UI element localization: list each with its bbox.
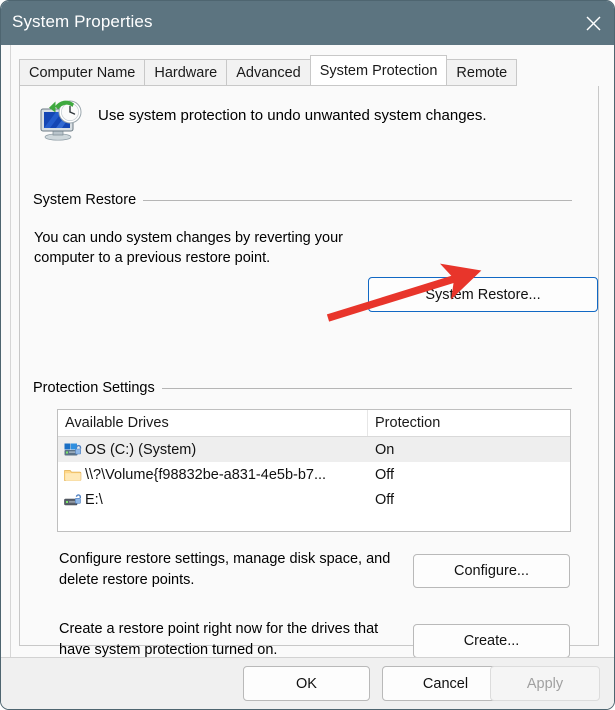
tab-advanced[interactable]: Advanced (226, 59, 311, 86)
folder-icon (64, 467, 82, 483)
ok-button[interactable]: OK (243, 666, 370, 701)
dialog-content: Computer Name Hardware Advanced System P… (10, 45, 607, 657)
tab-system-protection[interactable]: System Protection (310, 55, 448, 86)
apply-button: Apply (490, 666, 600, 701)
system-properties-window: System Properties Computer Name Hardware… (0, 0, 615, 710)
drive-name-text: \\?\Volume{f98832be-a831-4e5b-b7... (85, 467, 326, 483)
windows-drive-unlocked-icon (64, 442, 82, 458)
drive-name-cell: E:\ (58, 492, 368, 508)
column-header-protection[interactable]: Protection (368, 410, 570, 436)
drive-name-text: E:\ (85, 492, 103, 508)
available-drives-list[interactable]: Available Drives Protection (57, 409, 571, 532)
configure-description: Configure restore settings, manage disk … (59, 549, 404, 591)
drive-name-text: OS (C:) (System) (85, 442, 196, 458)
drive-name-cell: \\?\Volume{f98832be-a831-4e5b-b7... (58, 467, 368, 483)
system-restore-description: You can undo system changes by reverting… (34, 228, 364, 268)
table-row[interactable]: OS (C:) (System) On (58, 437, 570, 462)
close-icon[interactable] (570, 1, 615, 45)
hard-drive-unlocked-icon (64, 492, 82, 508)
tab-computer-name[interactable]: Computer Name (19, 59, 145, 86)
tab-hardware[interactable]: Hardware (144, 59, 227, 86)
column-header-available-drives[interactable]: Available Drives (58, 410, 368, 436)
table-row[interactable]: E:\ Off (58, 487, 570, 512)
create-button[interactable]: Create... (413, 624, 570, 658)
protection-status-cell: On (368, 442, 570, 458)
header-description: Use system protection to undo unwanted s… (98, 107, 487, 124)
list-header-row: Available Drives Protection (58, 410, 570, 437)
tab-strip: Computer Name Hardware Advanced System P… (19, 57, 516, 86)
protection-status-cell: Off (368, 467, 570, 483)
create-description: Create a restore point right now for the… (59, 619, 409, 661)
protection-status-cell: Off (368, 492, 570, 508)
system-restore-button[interactable]: System Restore... (368, 277, 598, 312)
table-row[interactable]: \\?\Volume{f98832be-a831-4e5b-b7... Off (58, 462, 570, 487)
protection-settings-group-label: Protection Settings (33, 380, 162, 396)
title-bar: System Properties (1, 1, 615, 45)
drive-name-cell: OS (C:) (System) (58, 442, 368, 458)
system-restore-group-label: System Restore (33, 192, 143, 208)
window-title: System Properties (12, 12, 153, 32)
tab-remote[interactable]: Remote (446, 59, 517, 86)
configure-button[interactable]: Configure... (413, 554, 570, 588)
system-restore-icon (36, 95, 84, 143)
